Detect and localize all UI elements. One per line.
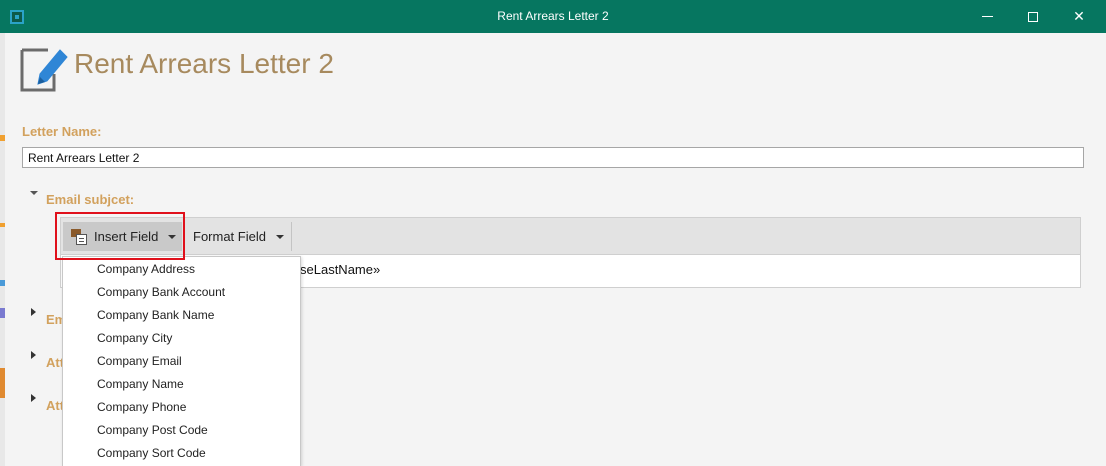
- menu-item-company-sort-code[interactable]: Company Sort Code: [63, 442, 300, 465]
- maximize-button[interactable]: [1010, 0, 1056, 33]
- letter-name-input[interactable]: [22, 147, 1084, 168]
- menu-item-company-email[interactable]: Company Email: [63, 350, 300, 373]
- background-mark: [0, 368, 5, 398]
- section-label: Em: [46, 312, 62, 327]
- close-icon: ✕: [1073, 8, 1085, 24]
- background-mark: [0, 135, 5, 141]
- menu-item-company-city[interactable]: Company City: [63, 327, 300, 350]
- section-label: Att: [46, 398, 62, 413]
- title-bar[interactable]: Rent Arrears Letter 2 ✕: [0, 0, 1106, 33]
- insert-field-highlight: [55, 212, 185, 260]
- page-title: Rent Arrears Letter 2: [74, 48, 334, 79]
- menu-item-company-name[interactable]: Company Name: [63, 373, 300, 396]
- letter-editor-window: Rent Arrears Letter 2 ✕ Rent Arrears Let…: [0, 0, 1106, 466]
- maximize-icon: [1028, 11, 1038, 22]
- menu-item-company-bank-account[interactable]: Company Bank Account: [63, 281, 300, 304]
- chevron-down-icon: [275, 234, 284, 239]
- format-field-label: Format Field: [193, 229, 266, 244]
- menu-item-company-post-code[interactable]: Company Post Code: [63, 419, 300, 442]
- background-mark: [0, 223, 5, 227]
- menu-item-company-bank-name[interactable]: Company Bank Name: [63, 304, 300, 327]
- menu-item-company-phone[interactable]: Company Phone: [63, 396, 300, 419]
- background-mark: [0, 308, 5, 318]
- minimize-button[interactable]: [964, 0, 1010, 33]
- section-expander[interactable]: [31, 308, 36, 316]
- menu-item-company-address[interactable]: Company Address: [63, 258, 300, 281]
- section-label: Att: [46, 355, 62, 370]
- email-subject-label: Email subjcet:: [46, 192, 135, 207]
- window-title: Rent Arrears Letter 2: [497, 9, 609, 23]
- section-expander[interactable]: [31, 394, 36, 402]
- edit-document-icon: [20, 48, 68, 92]
- email-subject-text: seLastName»: [300, 262, 381, 277]
- email-subject-expander[interactable]: [30, 191, 38, 195]
- close-button[interactable]: ✕: [1056, 0, 1102, 33]
- format-field-button[interactable]: Format Field: [187, 222, 292, 251]
- email-subject-toolbar: Insert Field Format Field: [60, 217, 1081, 255]
- minimize-icon: [981, 16, 993, 17]
- background-window-edge: [0, 33, 5, 466]
- insert-field-menu: Company Address Company Bank Account Com…: [62, 256, 301, 466]
- letter-name-label: Letter Name:: [22, 124, 102, 139]
- section-expander[interactable]: [31, 351, 36, 359]
- background-mark: [0, 280, 5, 286]
